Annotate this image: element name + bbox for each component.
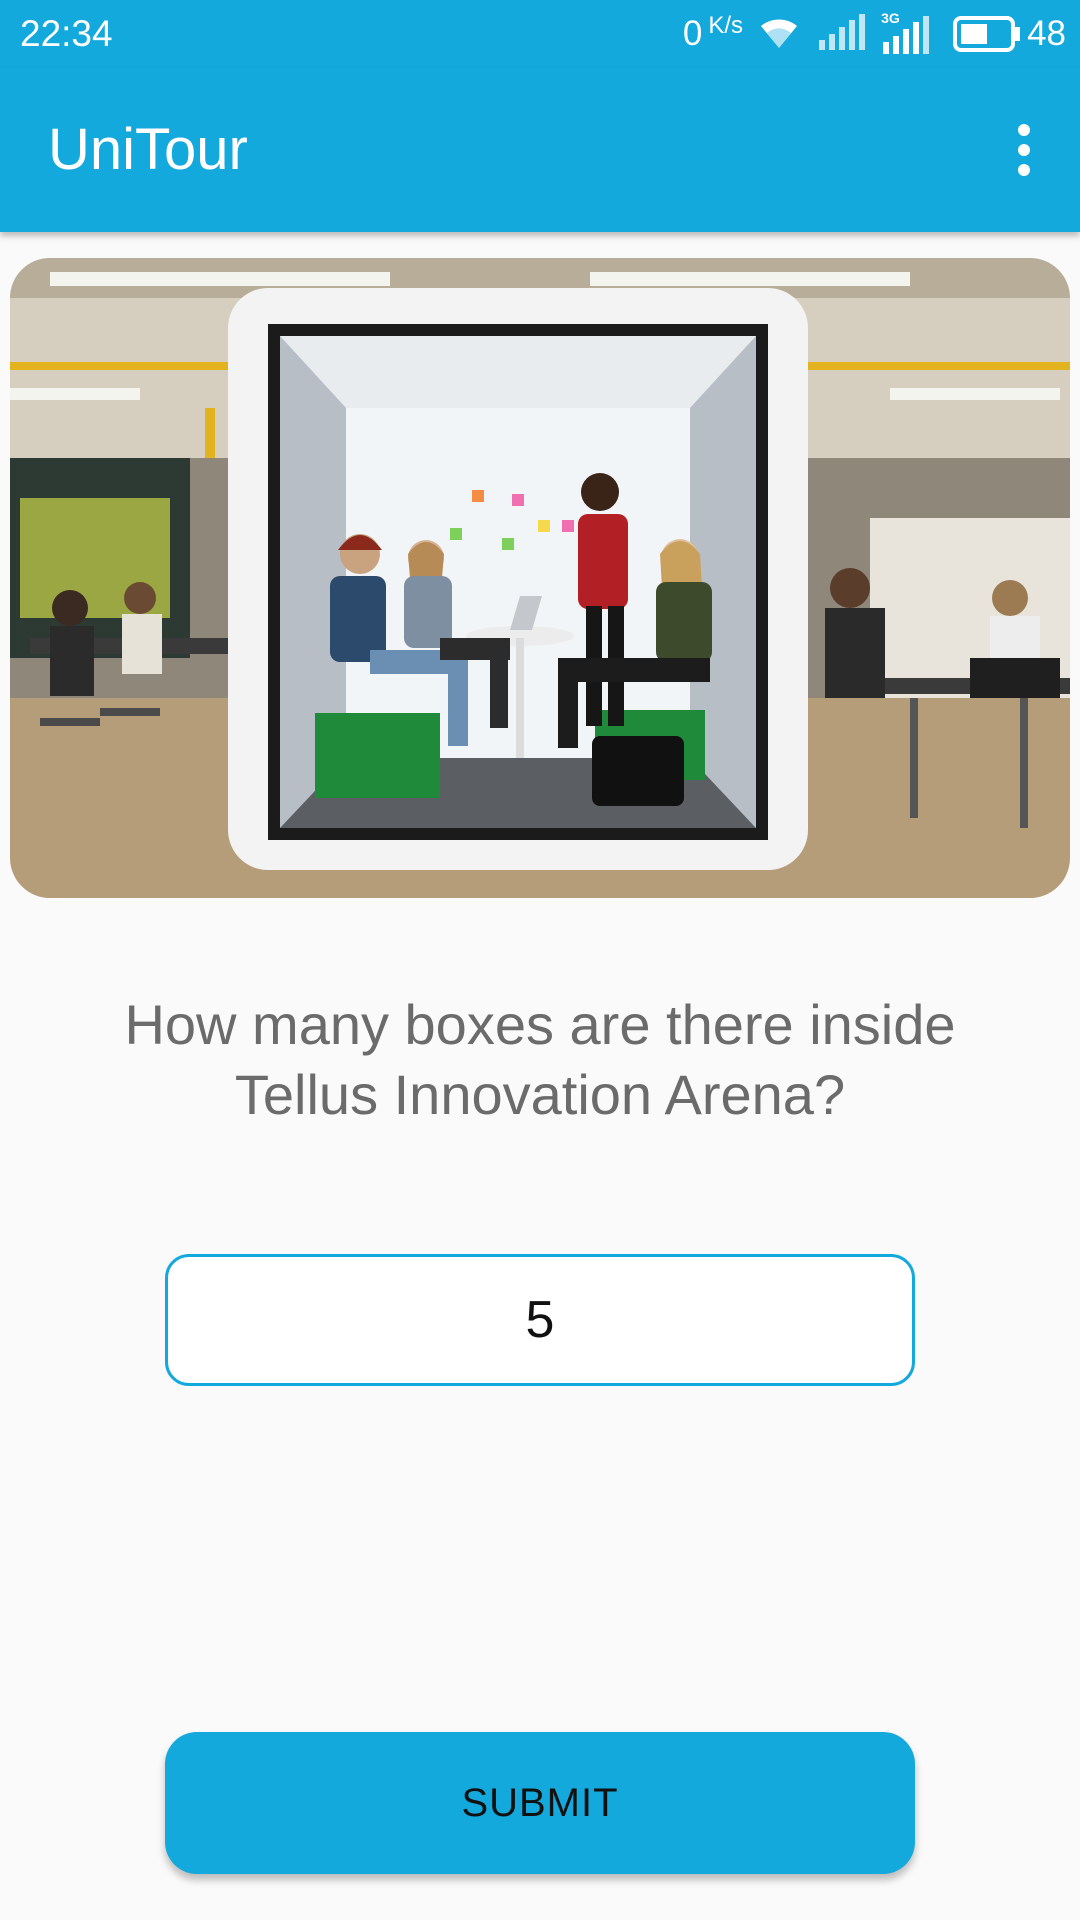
more-vert-icon[interactable]	[988, 114, 1060, 186]
submit-button[interactable]: SUBMIT	[165, 1732, 915, 1874]
menu-dot	[1018, 124, 1030, 136]
menu-dot	[1018, 144, 1030, 156]
quiz-question: How many boxes are there inside Tellus I…	[124, 993, 956, 1126]
network-speed-value: 0	[682, 14, 703, 53]
signal-icon: 3G	[881, 10, 937, 54]
answer-input[interactable]	[165, 1254, 915, 1386]
battery: 48	[953, 14, 1066, 54]
status-icons: 0 K/s 3G 48	[683, 10, 1066, 58]
signal-inactive-icon	[815, 13, 866, 55]
battery-percent: 48	[1027, 14, 1066, 53]
network-speed-unit: K/s	[708, 12, 744, 39]
location-photo	[10, 258, 1070, 898]
status-time: 22:34	[20, 13, 113, 54]
app-title: UniTour	[48, 117, 248, 182]
status-bar: 22:34 0 K/s 3G 48	[0, 0, 1080, 68]
menu-dot	[1018, 164, 1030, 176]
wifi-icon	[759, 14, 799, 55]
app-bar: UniTour	[0, 68, 1080, 232]
battery-icon	[953, 16, 1021, 52]
network-speed: 0 K/s	[682, 12, 744, 54]
